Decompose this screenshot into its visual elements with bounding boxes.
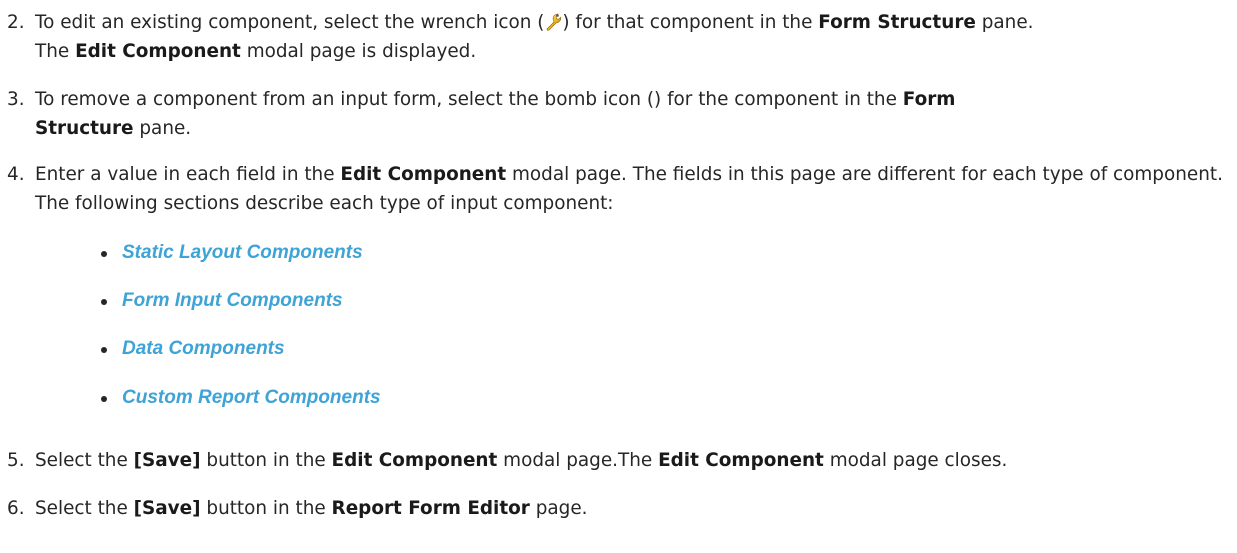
text: Select the [35,498,134,519]
bold-term: Report Form Editor [331,498,530,519]
link-data-components[interactable]: Data Components [122,334,285,363]
text: ) for that component in the [562,12,819,33]
text: modal page.The [497,450,659,471]
step-text: To edit an existing component, select th… [35,8,1233,66]
text: page. [529,498,588,519]
step-text: Enter a value in each field in the Edit … [35,160,1233,218]
bold-term: Structure [35,118,134,139]
text: button in the [200,498,332,519]
bold-term: Edit Component [658,450,824,471]
document: 2. To edit an existing component, select… [0,0,1237,553]
text: button in the [200,450,332,471]
bullet-icon [101,347,107,353]
text: Enter a value in each field in the [35,164,341,185]
wrench-icon [547,13,562,31]
step-number: 5. [7,450,25,471]
bold-term: Form Structure [818,12,976,33]
text: modal page closes. [823,450,1008,471]
bold-term: Edit Component [331,450,498,471]
link-static-layout-components[interactable]: Static Layout Components [122,238,363,267]
bullet-icon [101,396,107,402]
link-custom-report-components[interactable]: Custom Report Components [122,383,381,412]
text: To remove a component from an input form… [35,89,903,110]
text: pane. [975,12,1034,33]
bullet-icon [101,299,107,305]
bold-term: Edit Component [340,164,507,185]
step-text: To remove a component from an input form… [35,85,1233,143]
link-form-input-components[interactable]: Form Input Components [122,286,343,315]
text: The [35,41,76,62]
text: pane. [133,118,192,139]
step-text: Select the [Save] button in the Report F… [35,494,1233,523]
step-number: 2. [7,12,25,33]
bold-term: [Save] [133,450,201,471]
text: Select the [35,450,134,471]
step-text: Select the [Save] button in the Edit Com… [35,446,1233,475]
text: modal page is displayed. [240,41,477,62]
step-number: 3. [7,89,25,110]
step-number: 6. [7,498,25,519]
step-number: 4. [7,164,25,185]
bold-term: Edit Component [75,41,241,62]
bold-term: Form [902,89,956,110]
bold-term: [Save] [133,498,201,519]
text: To edit an existing component, select th… [35,12,545,33]
bullet-icon [101,251,107,257]
